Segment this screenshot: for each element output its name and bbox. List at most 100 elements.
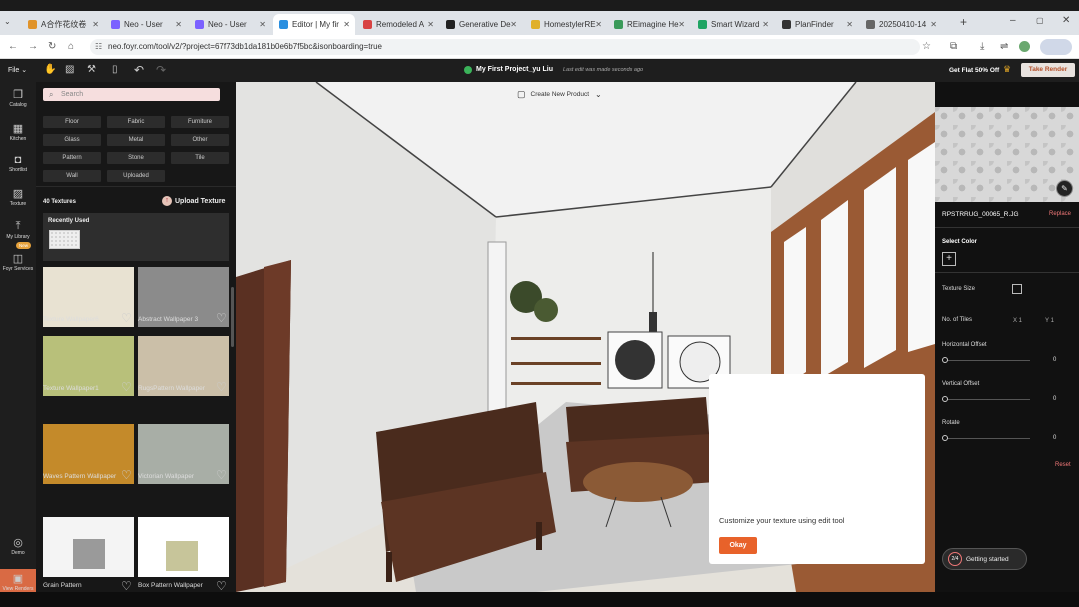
favorite-heart-icon[interactable]: ♡: [216, 468, 227, 482]
project-title[interactable]: My First Project_yu Liu: [476, 66, 553, 73]
category-button[interactable]: Stone: [107, 152, 165, 164]
texture-thumbnail[interactable]: [138, 517, 229, 577]
browser-tab[interactable]: REimagine He ✕: [608, 14, 690, 35]
getting-started-button[interactable]: 2/4 Getting started: [942, 548, 1027, 570]
rotate-knob[interactable]: [942, 435, 948, 441]
category-button[interactable]: Wall: [43, 170, 101, 182]
site-info-icon[interactable]: ☷: [95, 39, 102, 55]
reload-icon[interactable]: ↻: [48, 41, 56, 52]
close-tab-icon[interactable]: ✕: [427, 20, 434, 29]
rail-item[interactable]: ◫ Foyr Services New: [0, 242, 36, 272]
close-tab-icon[interactable]: ✕: [259, 20, 266, 29]
category-button[interactable]: Metal: [107, 134, 165, 146]
browser-tab[interactable]: Neo - User ✕: [105, 14, 187, 35]
favorite-heart-icon[interactable]: ♡: [121, 468, 132, 482]
close-tab-icon[interactable]: ✕: [92, 20, 99, 29]
vertical-offset-knob[interactable]: [942, 396, 948, 402]
rail-item[interactable]: ◎ Demo: [0, 536, 36, 556]
texture-thumbnail[interactable]: [43, 517, 134, 577]
forward-icon[interactable]: →: [28, 41, 38, 52]
create-new-product-button[interactable]: ▢ Create New Product ⌄: [517, 89, 602, 100]
minimize-icon[interactable]: –: [1010, 15, 1016, 26]
category-button[interactable]: Pattern: [43, 152, 101, 164]
browser-tab[interactable]: 20250410-14 ✕: [860, 14, 942, 35]
file-menu[interactable]: File ⌄: [8, 66, 27, 74]
extensions-icon[interactable]: ⧉: [950, 41, 957, 52]
texture-search-input[interactable]: ⌕ Search: [43, 88, 220, 101]
redo-icon[interactable]: ↷: [156, 63, 166, 77]
pan-hand-icon[interactable]: ✋: [44, 64, 56, 75]
new-tab-icon[interactable]: +: [960, 15, 967, 29]
rail-item[interactable]: ▨ Texture: [0, 187, 36, 207]
category-button[interactable]: Tile: [171, 152, 229, 164]
browser-tab[interactable]: HomestylerRE ✕: [525, 14, 607, 35]
measure-icon[interactable]: ⚒: [87, 64, 96, 75]
category-button[interactable]: Glass: [43, 134, 101, 146]
rail-item[interactable]: ▦ Kitchen: [0, 122, 36, 142]
browser-tab[interactable]: Smart Wizard ✕: [692, 14, 774, 35]
tab-search-chevron-icon[interactable]: ⌄: [4, 17, 11, 26]
undo-icon[interactable]: ↶: [134, 63, 144, 77]
horizontal-offset-track[interactable]: [945, 360, 1030, 361]
close-tab-icon[interactable]: ✕: [762, 20, 769, 29]
favorite-heart-icon[interactable]: ♡: [121, 579, 132, 593]
upload-texture-button[interactable]: Upload Texture: [175, 198, 225, 205]
phone-view-icon[interactable]: ▯: [112, 64, 118, 75]
upload-icon[interactable]: ↑: [162, 196, 172, 206]
horizontal-offset-knob[interactable]: [942, 357, 948, 363]
favorite-heart-icon[interactable]: ♡: [121, 311, 132, 325]
close-tab-icon[interactable]: ✕: [175, 20, 182, 29]
close-tab-icon[interactable]: ✕: [595, 20, 602, 29]
browser-tab[interactable]: Generative De ✕: [440, 14, 522, 35]
tooltip-text: Customize your texture using edit tool: [719, 516, 845, 525]
tiles-y-input[interactable]: Y 1: [1045, 318, 1054, 324]
browser-tab[interactable]: A合作花纹卷 ✕: [22, 14, 104, 35]
browser-tab[interactable]: Editor | My fir ✕: [273, 14, 355, 35]
category-button[interactable]: Uploaded: [107, 170, 165, 182]
profile-chip[interactable]: [1040, 39, 1072, 55]
favorite-heart-icon[interactable]: ♡: [216, 380, 227, 394]
close-tab-icon[interactable]: ✕: [343, 20, 350, 29]
close-tab-icon[interactable]: ✕: [678, 20, 685, 29]
bookmark-star-icon[interactable]: ☆: [922, 41, 931, 52]
tiles-x-input[interactable]: X 1: [1013, 318, 1022, 324]
favorite-heart-icon[interactable]: ♡: [216, 579, 227, 593]
reset-link[interactable]: Reset: [1055, 462, 1071, 468]
rail-item[interactable]: ❒ Catalog: [0, 88, 36, 108]
texture-size-checkbox[interactable]: [1012, 284, 1022, 294]
close-window-icon[interactable]: ✕: [1062, 15, 1070, 26]
category-button[interactable]: Fabric: [107, 116, 165, 128]
download-icon[interactable]: ⤓: [980, 41, 984, 52]
favorite-heart-icon[interactable]: ♡: [121, 380, 132, 394]
close-tab-icon[interactable]: ✕: [846, 20, 853, 29]
browser-tab[interactable]: Remodeled A ✕: [357, 14, 439, 35]
okay-button[interactable]: Okay: [719, 537, 757, 554]
home-icon[interactable]: ⌂: [68, 41, 74, 52]
browser-tab[interactable]: Neo - User ✕: [189, 14, 271, 35]
panel-scrollbar[interactable]: [231, 287, 234, 347]
rail-item[interactable]: ◘ Shortlist: [0, 154, 36, 173]
rail-item[interactable]: ⤒ My Library: [0, 220, 36, 240]
close-tab-icon[interactable]: ✕: [510, 20, 517, 29]
rotate-track[interactable]: [945, 438, 1030, 439]
category-button[interactable]: Other: [171, 134, 229, 146]
edit-texture-icon[interactable]: ✎: [1056, 180, 1073, 197]
category-button[interactable]: Furniture: [171, 116, 229, 128]
vertical-offset-track[interactable]: [945, 399, 1030, 400]
back-icon[interactable]: ←: [8, 41, 18, 52]
address-bar: ← → ↻ ⌂ ☷ neo.foyr.com/tool/v2/?project=…: [0, 35, 1079, 59]
category-button[interactable]: Floor: [43, 116, 101, 128]
recent-texture-thumb[interactable]: [49, 230, 80, 249]
replace-texture-link[interactable]: Replace: [1049, 211, 1071, 217]
add-color-button[interactable]: +: [942, 252, 956, 266]
profile-avatar[interactable]: [1019, 41, 1030, 52]
texture-brush-icon[interactable]: ▨: [65, 64, 74, 75]
maximize-icon[interactable]: ▢: [1036, 16, 1044, 25]
favorite-heart-icon[interactable]: ♡: [216, 311, 227, 325]
browser-tab[interactable]: PlanFinder ✕: [776, 14, 858, 35]
sync-icon[interactable]: ⇌: [1000, 41, 1008, 52]
url-field[interactable]: ☷ neo.foyr.com/tool/v2/?project=67f73db1…: [90, 39, 920, 55]
promo-offer[interactable]: Get Flat 50% Off: [949, 67, 999, 74]
close-tab-icon[interactable]: ✕: [930, 20, 937, 29]
take-render-button[interactable]: Take Render: [1021, 63, 1075, 77]
